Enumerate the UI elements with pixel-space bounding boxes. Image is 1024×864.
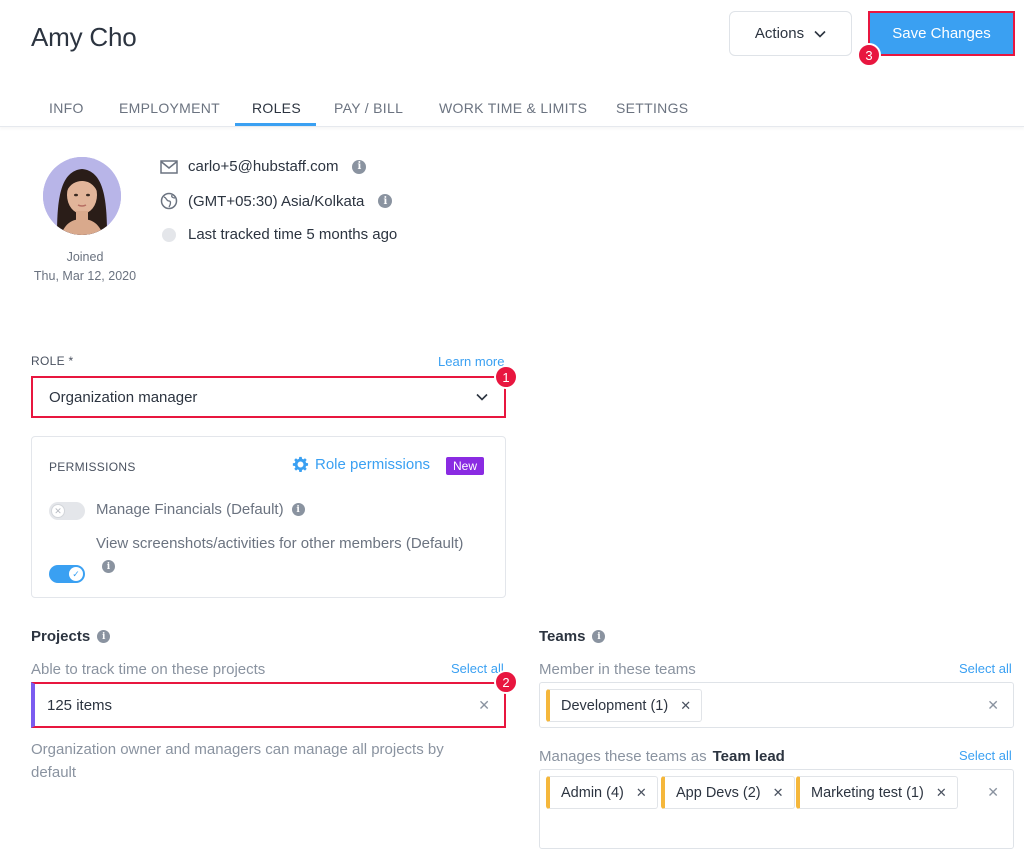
projects-title: Projects i [31,628,111,645]
new-badge: New [446,457,485,475]
team-chip: Development (1) ✕ [546,689,703,722]
joined-date: Thu, Mar 12, 2020 [33,269,137,283]
email-text: carlo+5@hubstaff.com [188,158,339,175]
joined-info: Joined Thu, Mar 12, 2020 [31,248,139,286]
last-tracked-row: Last tracked time 5 months ago [160,226,397,243]
learn-more-link[interactable]: Learn more [438,354,504,369]
timezone-text: (GMT+05:30) Asia/Kolkata [188,192,365,210]
tab-roles[interactable]: ROLES [252,100,301,116]
view-screenshots-toggle[interactable]: ✓ [49,565,85,583]
tab-employment[interactable]: EMPLOYMENT [119,100,220,116]
step-badge-1: 1 [494,365,518,389]
role-permissions-label: Role permissions [315,456,431,473]
manage-financials-toggle[interactable]: ✕ [49,502,85,520]
joined-label: Joined [66,250,104,264]
info-icon[interactable]: i [291,503,305,516]
team-chip-label: Development (1) [561,697,669,714]
status-dot-icon [162,227,176,242]
manage-financials-row: Manage Financials (Default) i [96,501,305,518]
step-badge-2: 2 [494,670,518,694]
last-tracked-text: Last tracked time 5 months ago [188,226,398,243]
toggle-off-icon: ✕ [51,504,65,518]
projects-input[interactable]: 125 items ✕ [31,682,506,728]
chevron-down-icon [814,30,826,38]
gear-icon [292,456,309,472]
role-permissions-link[interactable]: Role permissions [292,456,430,473]
tab-settings[interactable]: SETTINGS [616,100,688,116]
team-chip: App Devs (2) ✕ [661,776,795,809]
step-badge-3: 3 [857,43,881,67]
team-chip-label: Admin (4) [561,784,624,801]
avatar [43,157,121,235]
actions-label: Actions [754,25,805,42]
close-icon[interactable]: ✕ [987,697,999,714]
mail-icon [160,159,178,174]
tab-pay-bill[interactable]: PAY / BILL [334,100,403,116]
teams-title: Teams i [539,628,606,645]
lead-select-all-link[interactable]: Select all [959,748,1012,763]
role-select[interactable]: Organization manager [31,376,506,418]
team-chip-label: App Devs (2) [676,784,761,801]
chevron-down-icon [476,393,488,401]
info-icon[interactable]: i [378,194,393,208]
projects-value: 125 items [47,696,113,714]
info-icon[interactable]: i [352,159,367,174]
member-teams-label: Member in these teams [539,661,696,678]
active-tab-indicator [235,123,316,126]
team-lead-input[interactable]: Admin (4) ✕ App Devs (2) ✕ Marketing tes… [539,769,1014,849]
check-icon: ✓ [69,567,83,581]
timezone-row: (GMT+05:30) Asia/Kolkata i [160,192,393,210]
tab-bar: INFO EMPLOYMENT ROLES PAY / BILL WORK TI… [0,90,1024,127]
close-icon[interactable]: ✕ [773,785,784,801]
info-icon[interactable]: i [592,630,606,643]
close-icon[interactable]: ✕ [636,785,647,801]
permissions-card: PERMISSIONS Role permissions New ✕ Manag… [31,436,506,598]
close-icon[interactable]: ✕ [478,697,490,714]
team-chip: Marketing test (1) ✕ [796,776,958,809]
team-lead-label: Manages these teams as Team lead [539,748,785,765]
actions-button[interactable]: Actions [729,11,852,56]
role-label: ROLE * [31,354,74,368]
close-icon[interactable]: ✕ [987,784,999,801]
email-row: carlo+5@hubstaff.com i [160,158,367,175]
globe-icon [160,192,178,210]
manage-financials-label: Manage Financials (Default) [96,501,284,518]
close-icon[interactable]: ✕ [680,698,691,714]
close-icon[interactable]: ✕ [936,785,947,801]
team-chip: Admin (4) ✕ [546,776,658,809]
role-value: Organization manager [49,388,198,406]
projects-helper-text: Organization owner and managers can mana… [31,741,444,781]
team-lead-label-strong: Team lead [712,748,785,765]
view-screenshots-label: View screenshots/activities for other me… [96,535,464,552]
tab-work-time-limits[interactable]: WORK TIME & LIMITS [439,100,587,116]
tab-info[interactable]: INFO [49,100,84,116]
save-changes-button[interactable]: Save Changes [868,11,1015,56]
team-lead-label-prefix: Manages these teams as [539,748,707,765]
member-select-all-link[interactable]: Select all [959,661,1012,676]
projects-sub-label: Able to track time on these projects [31,661,266,678]
projects-title-text: Projects [31,628,91,645]
permissions-label: PERMISSIONS [49,460,136,474]
info-icon[interactable]: i [102,560,115,573]
member-teams-input[interactable]: Development (1) ✕ ✕ [539,682,1014,728]
page-title: Amy Cho [31,22,137,52]
info-icon[interactable]: i [97,630,111,643]
teams-title-text: Teams [539,628,586,645]
team-chip-label: Marketing test (1) [811,784,924,801]
